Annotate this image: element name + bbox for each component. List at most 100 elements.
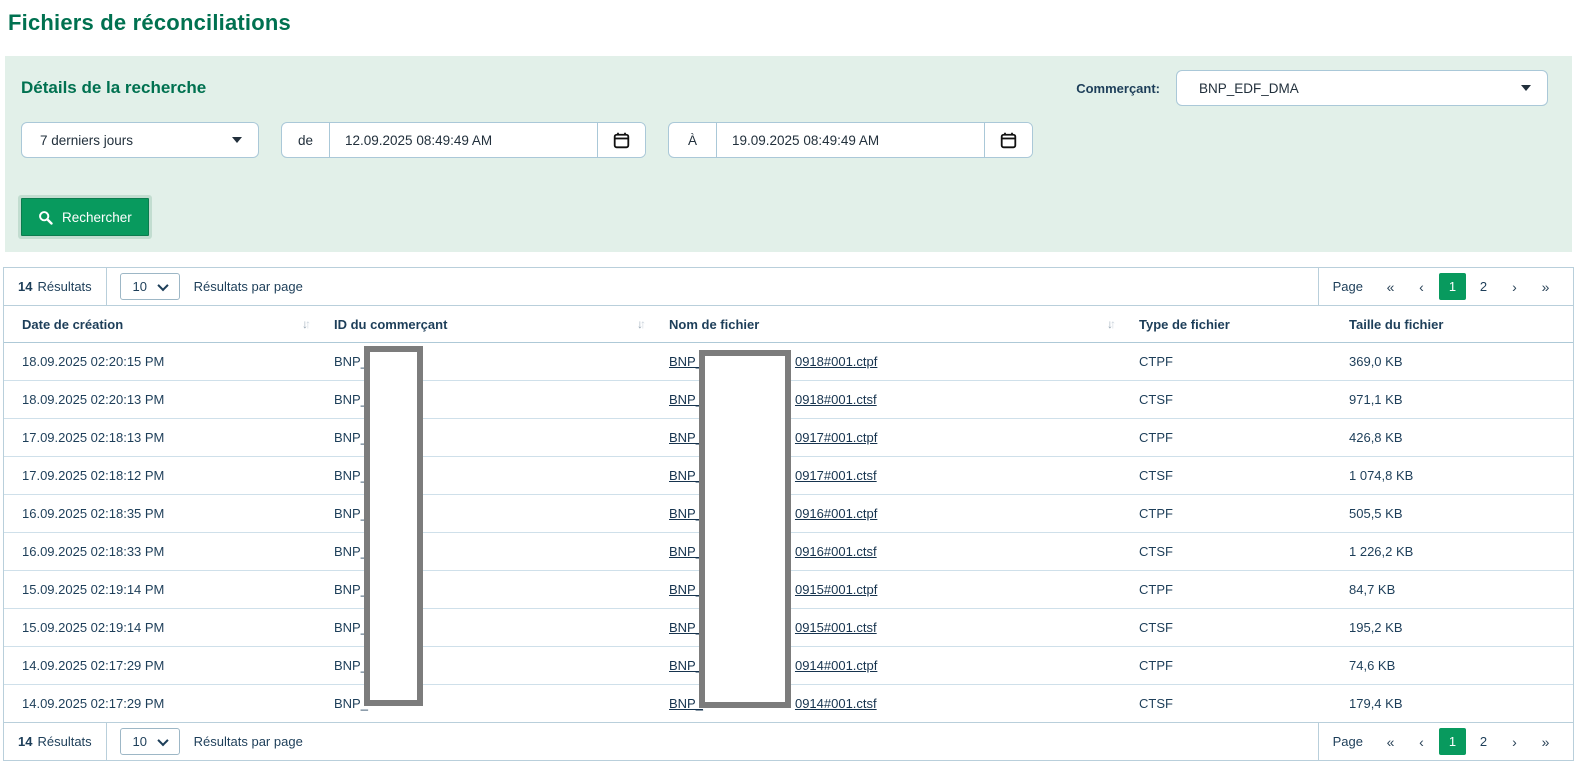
cell-date-creation: 15.09.2025 02:19:14 PM <box>4 571 316 609</box>
table-header-row: ↓↑ Date de création ↓↑ ID du commerçant … <box>4 306 1573 343</box>
per-page-value: 10 <box>133 734 147 749</box>
sort-icon[interactable]: ↓↑ <box>1107 317 1113 331</box>
per-page-label: Résultats par page <box>194 279 303 294</box>
header-file-size[interactable]: Taille du fichier <box>1331 306 1573 343</box>
results-summary: 14 Résultats 10 Résultats par page <box>4 723 303 760</box>
page-label: Page <box>1333 279 1363 294</box>
caret-down-icon <box>1521 85 1531 91</box>
date-filter-row: 7 derniers jours de 12.09.2025 08:49:49 … <box>21 122 1556 158</box>
date-from-group: de 12.09.2025 08:49:49 AM <box>281 122 646 158</box>
cell-date-creation: 15.09.2025 02:19:14 PM <box>4 609 316 647</box>
first-page-button[interactable]: « <box>1377 728 1404 755</box>
sort-icon[interactable]: ↓↑ <box>302 317 308 331</box>
search-button-label: Rechercher <box>62 210 132 225</box>
page-button-1[interactable]: 1 <box>1439 728 1466 755</box>
page-button-2[interactable]: 2 <box>1470 728 1497 755</box>
header-label: Date de création <box>22 317 123 332</box>
period-dropdown[interactable]: 7 derniers jours <box>21 122 259 158</box>
last-page-button[interactable]: » <box>1532 728 1559 755</box>
per-page-select[interactable]: 10 <box>120 273 180 300</box>
results-bar-top: 14 Résultats 10 Résultats par page Page … <box>4 268 1573 306</box>
per-page-value: 10 <box>133 279 147 294</box>
cell-file-size: 369,0 KB <box>1331 343 1573 381</box>
cell-file-size: 179,4 KB <box>1331 685 1573 723</box>
search-panel: Détails de la recherche Commerçant: BNP_… <box>5 56 1572 252</box>
header-label: Nom de fichier <box>669 317 759 332</box>
header-label: Type de fichier <box>1139 317 1230 332</box>
date-to-input[interactable]: 19.09.2025 08:49:49 AM <box>717 123 984 157</box>
date-to-label: À <box>669 123 717 157</box>
sort-icon[interactable]: ↓↑ <box>637 317 643 331</box>
page-label: Page <box>1333 734 1363 749</box>
caret-down-icon <box>232 137 242 143</box>
header-date-creation[interactable]: ↓↑ Date de création <box>4 306 316 343</box>
cell-date-creation: 14.09.2025 02:17:29 PM <box>4 685 316 723</box>
results-count-label: Résultats <box>37 734 91 749</box>
date-to-group: À 19.09.2025 08:49:49 AM <box>668 122 1033 158</box>
divider <box>106 723 107 760</box>
first-page-button[interactable]: « <box>1377 273 1404 300</box>
merchant-group: Commerçant: BNP_EDF_DMA <box>1076 70 1548 106</box>
search-button-row: Rechercher <box>21 198 1556 236</box>
cell-date-creation: 17.09.2025 02:18:12 PM <box>4 457 316 495</box>
calendar-icon <box>1000 132 1017 149</box>
date-from-input[interactable]: 12.09.2025 08:49:49 AM <box>330 123 597 157</box>
page-title: Fichiers de réconciliations <box>0 0 1577 50</box>
cell-date-creation: 17.09.2025 02:18:13 PM <box>4 419 316 457</box>
date-to-calendar-button[interactable] <box>984 123 1032 157</box>
cell-date-creation: 14.09.2025 02:17:29 PM <box>4 647 316 685</box>
header-merchant-id[interactable]: ↓↑ ID du commerçant <box>316 306 651 343</box>
results-count: 14 <box>18 279 32 294</box>
chevron-down-icon <box>157 279 168 290</box>
results-count: 14 <box>18 734 32 749</box>
results-summary: 14 Résultats 10 Résultats par page <box>4 268 303 305</box>
per-page-label: Résultats par page <box>194 734 303 749</box>
cell-file-type: CTSF <box>1121 609 1331 647</box>
page-button-2[interactable]: 2 <box>1470 273 1497 300</box>
cell-file-type: CTSF <box>1121 457 1331 495</box>
cell-file-size: 971,1 KB <box>1331 381 1573 419</box>
per-page-select[interactable]: 10 <box>120 728 180 755</box>
merchant-dropdown[interactable]: BNP_EDF_DMA <box>1176 70 1548 106</box>
calendar-icon <box>613 132 630 149</box>
redaction-box-merchant-id <box>364 346 423 706</box>
cell-file-type: CTPF <box>1121 343 1331 381</box>
cell-date-creation: 18.09.2025 02:20:13 PM <box>4 381 316 419</box>
cell-date-creation: 16.09.2025 02:18:35 PM <box>4 495 316 533</box>
prev-page-button[interactable]: ‹ <box>1408 273 1435 300</box>
cell-file-type: CTSF <box>1121 533 1331 571</box>
cell-file-type: CTSF <box>1121 381 1331 419</box>
search-icon <box>38 210 53 225</box>
cell-file-size: 1 074,8 KB <box>1331 457 1573 495</box>
header-file-name[interactable]: ↓↑ Nom de fichier <box>651 306 1121 343</box>
merchant-dropdown-value: BNP_EDF_DMA <box>1199 81 1299 96</box>
results-count-label: Résultats <box>37 279 91 294</box>
period-dropdown-value: 7 derniers jours <box>40 133 133 148</box>
next-page-button[interactable]: › <box>1501 273 1528 300</box>
header-label: ID du commerçant <box>334 317 447 332</box>
cell-file-type: CTPF <box>1121 419 1331 457</box>
prev-page-button[interactable]: ‹ <box>1408 728 1435 755</box>
redaction-box-file-name <box>699 350 791 708</box>
cell-file-size: 505,5 KB <box>1331 495 1573 533</box>
results-bar-bottom: 14 Résultats 10 Résultats par page Page … <box>4 722 1573 760</box>
header-label: Taille du fichier <box>1349 317 1443 332</box>
cell-file-size: 74,6 KB <box>1331 647 1573 685</box>
cell-file-type: CTSF <box>1121 685 1331 723</box>
cell-file-size: 84,7 KB <box>1331 571 1573 609</box>
date-from-calendar-button[interactable] <box>597 123 645 157</box>
header-file-type[interactable]: Type de fichier <box>1121 306 1331 343</box>
cell-file-size: 195,2 KB <box>1331 609 1573 647</box>
divider <box>106 268 107 305</box>
cell-file-type: CTPF <box>1121 571 1331 609</box>
next-page-button[interactable]: › <box>1501 728 1528 755</box>
search-button[interactable]: Rechercher <box>21 198 149 236</box>
chevron-down-icon <box>157 734 168 745</box>
page-button-1[interactable]: 1 <box>1439 273 1466 300</box>
last-page-button[interactable]: » <box>1532 273 1559 300</box>
cell-file-size: 1 226,2 KB <box>1331 533 1573 571</box>
cell-file-type: CTPF <box>1121 495 1331 533</box>
merchant-label: Commerçant: <box>1076 81 1160 96</box>
cell-date-creation: 18.09.2025 02:20:15 PM <box>4 343 316 381</box>
pagination-bottom: Page « ‹ 1 2 › » <box>1319 728 1573 755</box>
